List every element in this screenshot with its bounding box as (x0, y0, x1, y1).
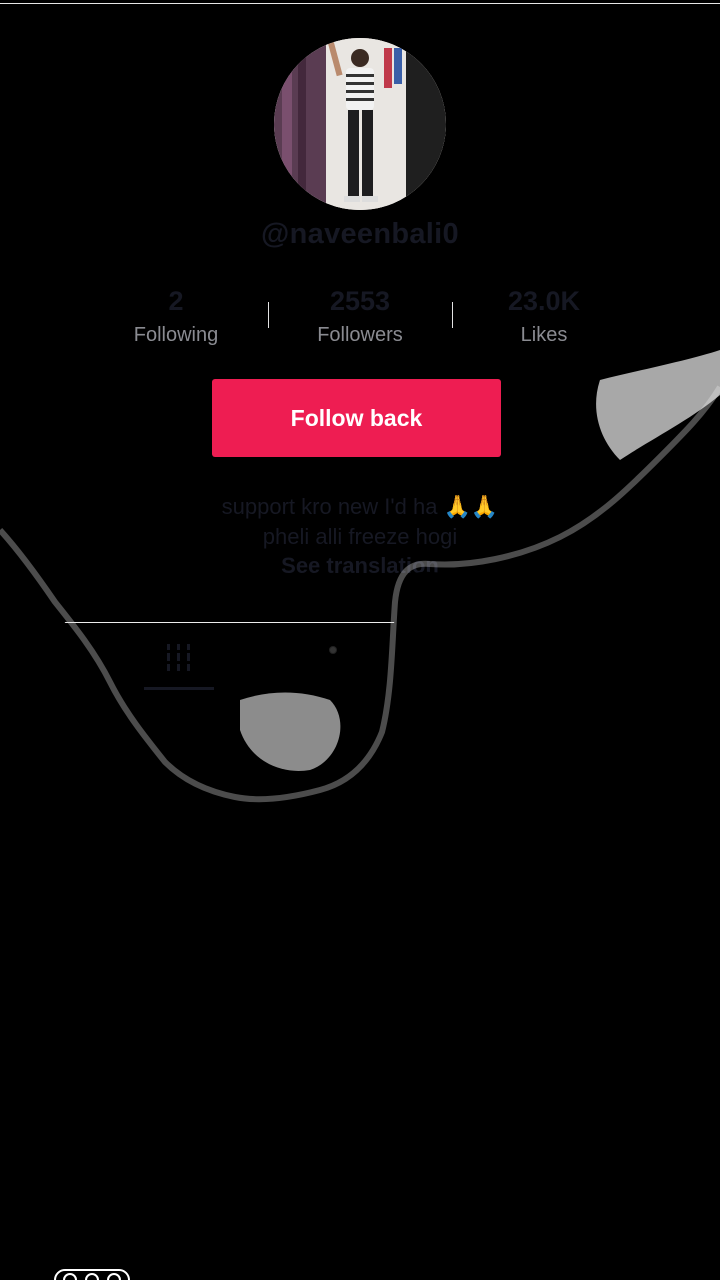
liked-videos-icon (329, 646, 337, 654)
following-label: Following (133, 324, 219, 346)
profile-page: @naveenbali0 2 Following 2553 Followers … (0, 0, 720, 1280)
followers-label: Followers (317, 324, 403, 346)
followers-count: 2553 (329, 286, 391, 316)
stat-following[interactable]: 2 Following (96, 284, 256, 347)
tabs-divider (0, 622, 720, 623)
avatar-photo (274, 38, 446, 210)
profile-screen: @naveenbali0 2 Following 2553 Followers … (0, 0, 720, 1280)
stat-divider (268, 302, 269, 328)
grid-videos-icon (167, 644, 190, 671)
bottom-logo-icon (54, 1268, 130, 1280)
stat-divider (452, 302, 453, 328)
see-translation-link[interactable]: See translation (0, 553, 720, 579)
top-divider (0, 3, 720, 4)
bio-line: pheli alli freeze hogi (262, 524, 458, 549)
tab-videos[interactable] (144, 636, 214, 692)
tab-liked[interactable] (310, 636, 360, 676)
username: @naveenbali0 (261, 218, 459, 250)
likes-label: Likes (520, 324, 568, 346)
likes-count: 23.0K (507, 286, 581, 316)
stat-likes[interactable]: 23.0K Likes (464, 284, 624, 347)
bio: support kro new I'd ha 🙏🙏 pheli alli fre… (0, 492, 720, 552)
following-count: 2 (168, 286, 184, 316)
follow-back-button[interactable]: Follow back (212, 379, 501, 457)
stat-followers[interactable]: 2553 Followers (280, 284, 440, 347)
avatar[interactable] (274, 38, 446, 210)
active-tab-indicator (144, 687, 214, 690)
bio-line: support kro new I'd ha 🙏🙏 (221, 494, 499, 519)
